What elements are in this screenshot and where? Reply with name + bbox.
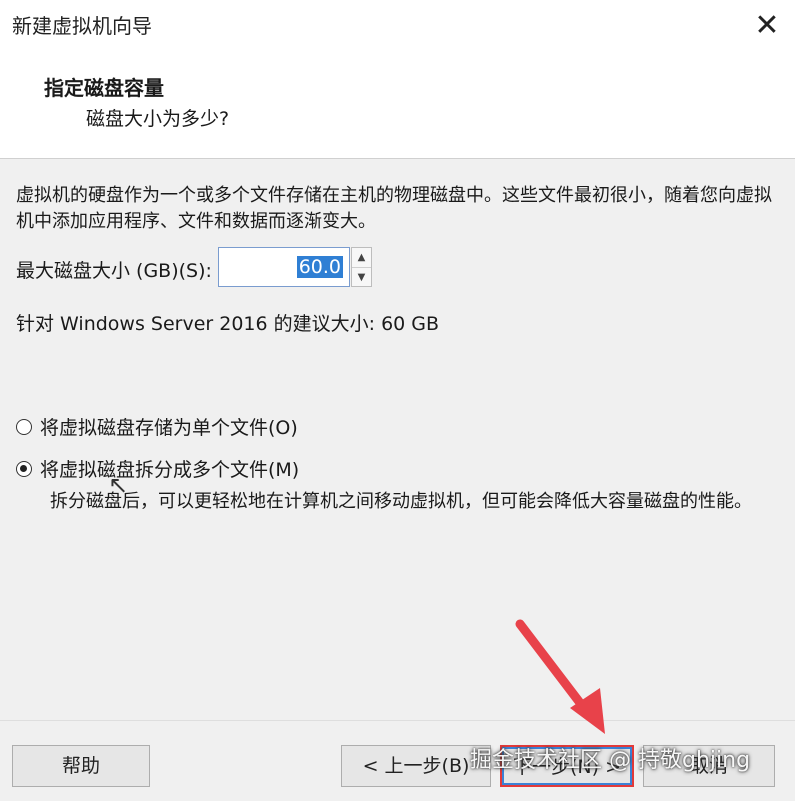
- wizard-header: 指定磁盘容量 磁盘大小为多少?: [0, 52, 795, 159]
- window-title: 新建虚拟机向导: [12, 14, 152, 38]
- radio-single-file-label: 将虚拟磁盘存储为单个文件(O): [40, 417, 298, 439]
- spin-up-icon[interactable]: ▲: [352, 248, 371, 268]
- spin-down-icon[interactable]: ▼: [352, 268, 371, 287]
- watermark: 掘金技术社区 @ 持敬ghjing: [470, 748, 751, 773]
- close-icon[interactable]: ✕: [745, 4, 789, 48]
- back-button[interactable]: < 上一步(B): [341, 745, 491, 787]
- help-button[interactable]: 帮助: [12, 745, 150, 787]
- radio-split-files-indicator[interactable]: [16, 460, 32, 477]
- page-title: 指定磁盘容量: [44, 76, 164, 100]
- radio-single-file[interactable]: 将虚拟磁盘存储为单个文件(O): [16, 413, 298, 440]
- split-note-text: 拆分磁盘后，可以更轻松地在计算机之间移动虚拟机，但可能会降低大容量磁盘的性能。: [50, 491, 752, 512]
- recommended-size-text: 针对 Windows Server 2016 的建议大小: 60 GB: [16, 313, 440, 335]
- disk-size-label: 最大磁盘大小 (GB)(S):: [16, 260, 212, 282]
- page-subtitle: 磁盘大小为多少?: [86, 108, 230, 130]
- radio-split-files[interactable]: 将虚拟磁盘拆分成多个文件(M): [16, 455, 299, 482]
- wizard-content: 虚拟机的硬盘作为一个或多个文件存储在主机的物理磁盘中。这些文件最初很小，随着您向…: [0, 159, 795, 719]
- radio-single-file-indicator[interactable]: [16, 418, 32, 435]
- disk-size-spinner[interactable]: ▲ ▼: [351, 247, 372, 287]
- title-bar: 新建虚拟机向导 ✕: [0, 0, 795, 52]
- disk-description: 虚拟机的硬盘作为一个或多个文件存储在主机的物理磁盘中。这些文件最初很小，随着您向…: [16, 185, 772, 232]
- radio-split-files-label: 将虚拟磁盘拆分成多个文件(M): [40, 459, 300, 481]
- disk-size-value: 60.0: [296, 256, 343, 278]
- disk-size-input[interactable]: 60.0: [218, 247, 350, 287]
